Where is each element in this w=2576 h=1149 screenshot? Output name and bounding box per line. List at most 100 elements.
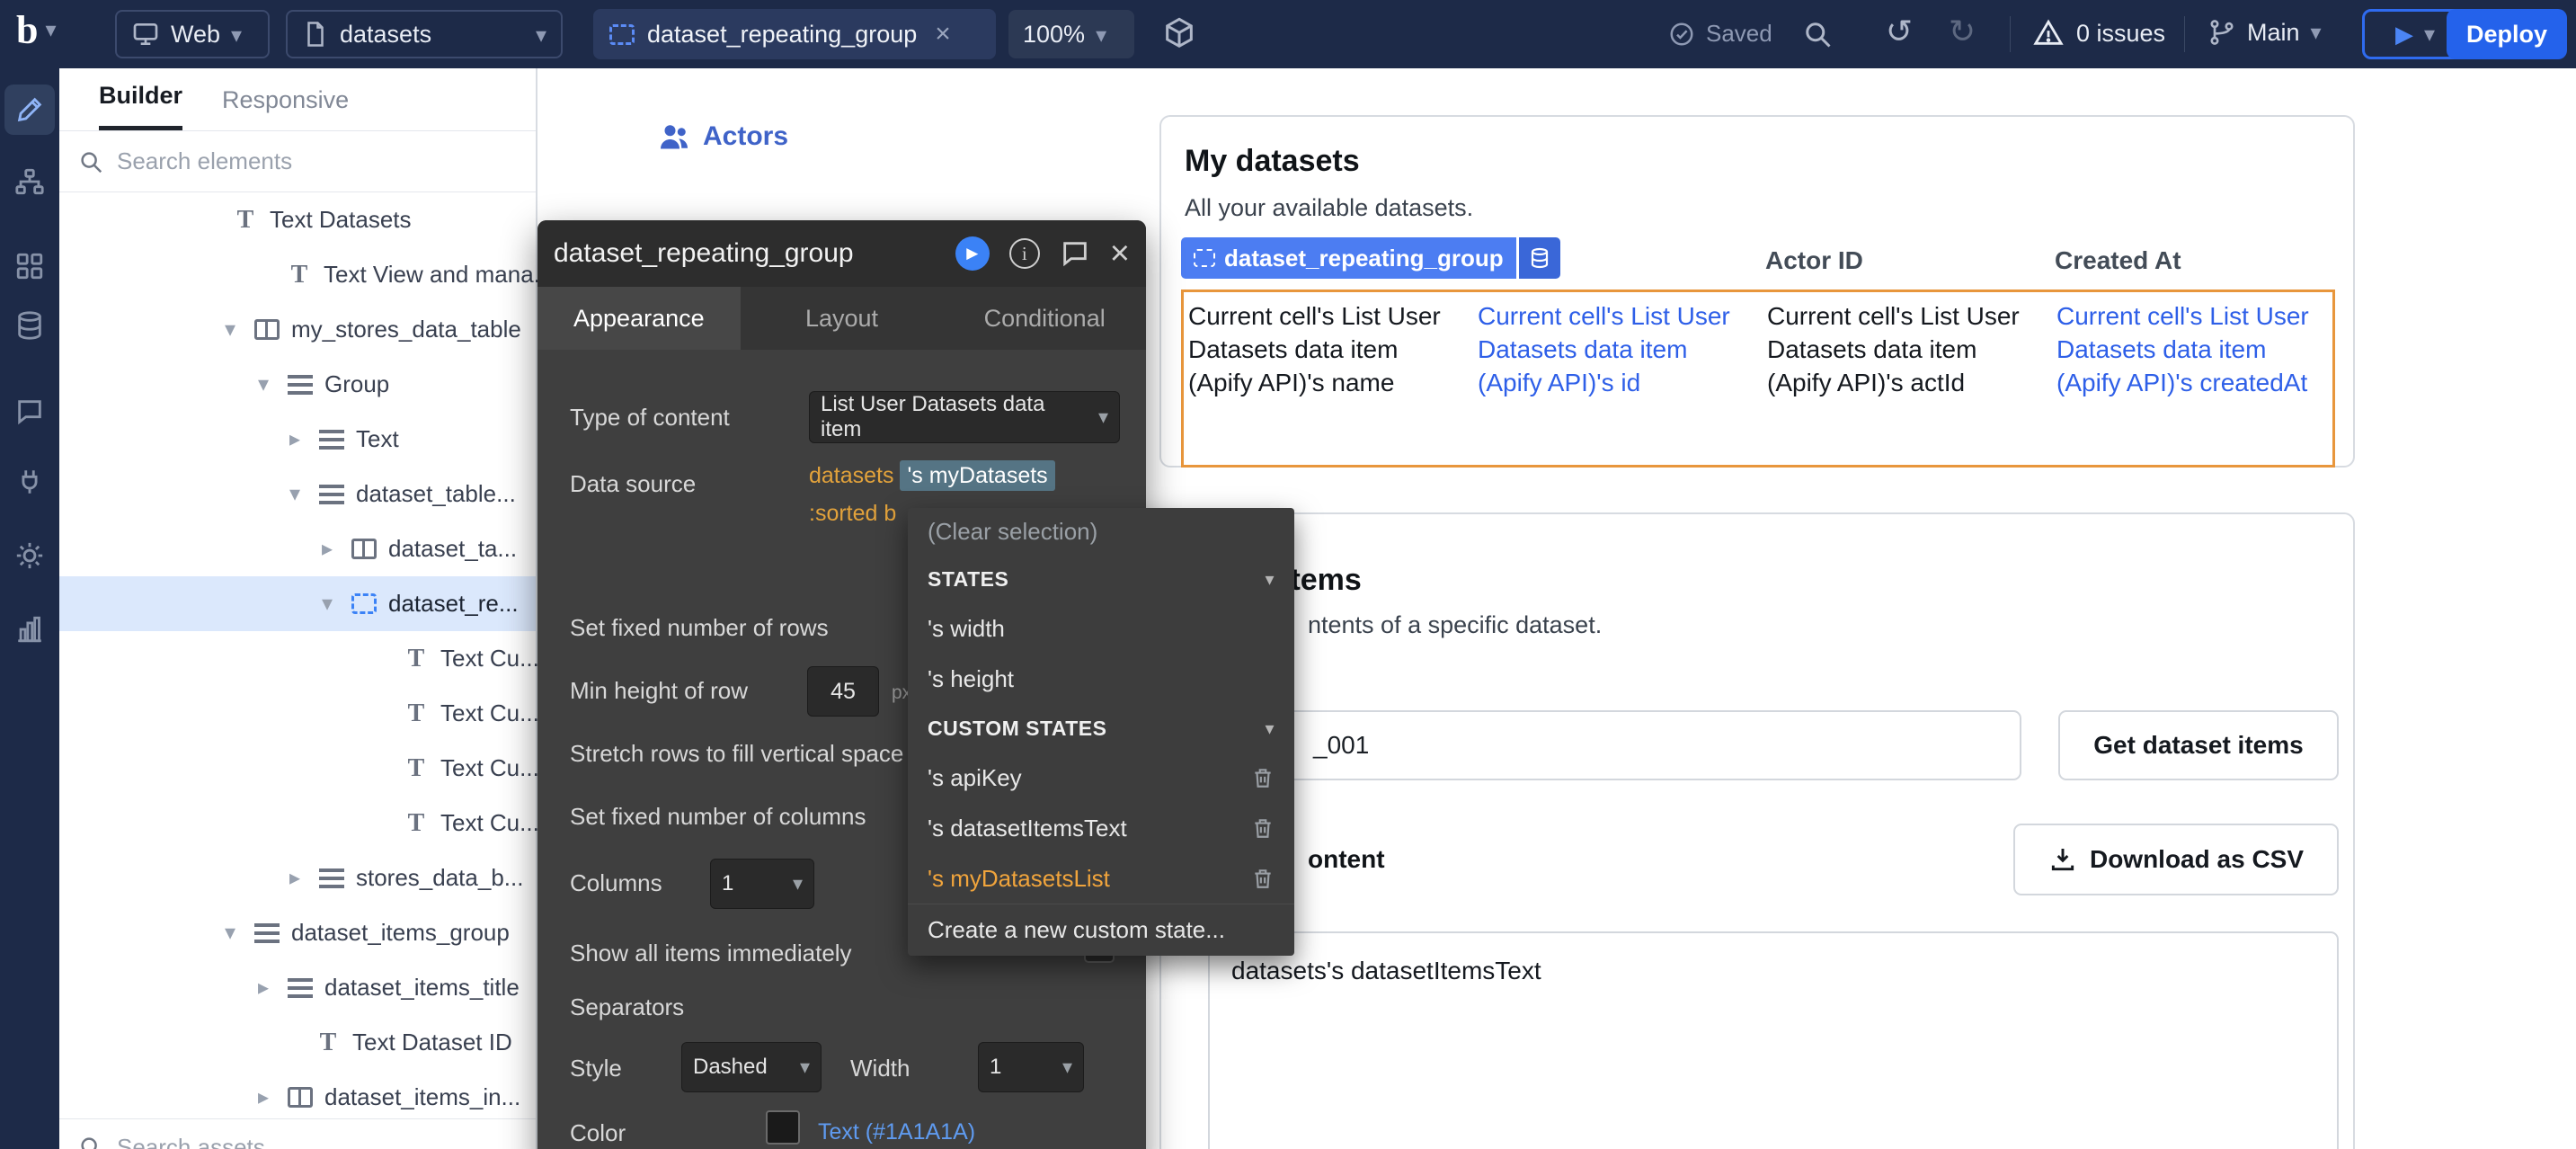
rail-item-settings[interactable] [4, 530, 55, 581]
tree-item[interactable]: ▾dataset_items_group [59, 905, 536, 960]
state-option-height[interactable]: 's height [908, 654, 1294, 704]
rg-cell-createdat[interactable]: Current cell's List User Datasets data i… [2056, 300, 2326, 400]
redo-icon[interactable] [1949, 13, 1976, 50]
rg-cell-id[interactable]: Current cell's List User Datasets data i… [1478, 300, 1747, 400]
close-tab-icon[interactable]: × [935, 19, 951, 49]
data-source-expression[interactable]: datasets 's myDatasets [809, 463, 1055, 489]
comment-icon[interactable] [1060, 238, 1090, 269]
tree-item[interactable]: ▸stores_data_b... [59, 851, 536, 905]
search-icon[interactable] [1801, 18, 1834, 50]
dataset-content-box[interactable]: datasets's datasetItemsText [1208, 931, 2339, 1149]
dataset-id-input[interactable]: _001 [1184, 710, 2021, 780]
tree-item[interactable]: ▸Text [59, 412, 536, 467]
search-assets-bar [59, 1118, 536, 1149]
bubble-logo[interactable]: b [16, 7, 57, 53]
search-assets-input[interactable] [117, 1134, 458, 1149]
caret-right-icon[interactable]: ▸ [289, 426, 316, 452]
branch-select[interactable]: Main [2207, 18, 2322, 47]
rail-item-components[interactable] [4, 241, 55, 291]
rg-cell-name[interactable]: Current cell's List User Datasets data i… [1188, 300, 1458, 400]
property-editor-header[interactable]: dataset_repeating_group ▶ i × [537, 220, 1146, 287]
color-swatch[interactable] [766, 1110, 800, 1145]
actors-heading[interactable]: Actors [658, 120, 788, 153]
separator-color-value[interactable]: Text (#1A1A1A) [818, 1119, 975, 1145]
separator-style-select[interactable]: Dashed [681, 1042, 822, 1092]
rg-cell-actid[interactable]: Current cell's List User Datasets data i… [1767, 300, 2037, 400]
rail-item-design[interactable] [4, 85, 55, 135]
tree-item[interactable]: ▾my_stores_data_table [59, 302, 536, 357]
caret-down-icon[interactable]: ▾ [289, 481, 316, 507]
component-cube-icon[interactable] [1161, 16, 1197, 52]
get-dataset-items-button[interactable]: Get dataset items [2058, 710, 2339, 780]
info-icon[interactable]: i [1009, 238, 1040, 269]
separator-width-select[interactable]: 1 [978, 1042, 1084, 1092]
trash-icon[interactable] [1251, 766, 1275, 789]
caret-right-icon[interactable]: ▸ [258, 975, 285, 1001]
tree-item-selected[interactable]: ▾dataset_re... [59, 576, 536, 631]
rail-item-plugins[interactable] [4, 457, 55, 507]
expression-prefix[interactable]: datasets [809, 463, 894, 488]
create-custom-state-option[interactable]: Create a new custom state... [908, 904, 1294, 956]
caret-right-icon[interactable]: ▸ [322, 536, 349, 562]
custom-states-section-header[interactable]: CUSTOM STATES ▾ [908, 704, 1294, 753]
tree-item[interactable]: Text Cu... [59, 741, 536, 796]
tree-item[interactable]: Text Cu... [59, 796, 536, 851]
custom-state-option-datasetitemstext[interactable]: 's datasetItemsText [908, 803, 1294, 853]
trash-icon[interactable] [1251, 816, 1275, 840]
tree-item[interactable]: ▸dataset_items_title [59, 960, 536, 1015]
tree-item[interactable]: Text Dataset ID [59, 1015, 536, 1070]
zoom-select[interactable]: 100% [1008, 10, 1134, 58]
tree-item[interactable]: Text Datasets [59, 192, 536, 247]
rail-item-charts[interactable] [4, 604, 55, 655]
tree-item[interactable]: ▾Group [59, 357, 536, 412]
tree-item[interactable]: Text View and mana... [59, 247, 536, 302]
caret-right-icon[interactable]: ▸ [258, 1084, 285, 1110]
group-element-icon [319, 485, 344, 504]
data-source-expression-line2[interactable]: :sorted b [809, 501, 896, 527]
selected-element-chip-label: dataset_repeating_group [1224, 245, 1504, 272]
tree-item[interactable]: Text Cu... [59, 686, 536, 741]
tab-appearance[interactable]: Appearance [537, 287, 741, 350]
page-select[interactable]: datasets [286, 10, 563, 58]
tree-item[interactable]: Text Cu... [59, 631, 536, 686]
expression-selected-token[interactable]: 's myDatasets [900, 460, 1054, 491]
undo-icon[interactable] [1886, 13, 1913, 50]
caret-down-icon[interactable]: ▾ [322, 591, 349, 617]
tree-item-label: dataset_table... [356, 480, 516, 508]
open-element-tab[interactable]: dataset_repeating_group × [593, 9, 996, 59]
tree-item[interactable]: ▾ dataset_table... [59, 467, 536, 521]
issues-indicator[interactable]: 0 issues [2033, 18, 2165, 49]
trash-icon[interactable] [1251, 867, 1275, 890]
tab-conditional[interactable]: Conditional [943, 287, 1146, 350]
download-csv-button[interactable]: Download as CSV [2013, 824, 2339, 895]
tab-builder[interactable]: Builder [99, 82, 182, 130]
close-icon[interactable]: × [1110, 236, 1130, 271]
deploy-button[interactable]: Deploy [2447, 9, 2567, 59]
caret-down-icon[interactable]: ▾ [258, 371, 285, 397]
custom-state-option-apikey[interactable]: 's apiKey [908, 753, 1294, 803]
tab-responsive[interactable]: Responsive [222, 86, 349, 130]
tab-layout[interactable]: Layout [741, 287, 944, 350]
caret-down-icon[interactable]: ▾ [225, 316, 252, 343]
type-of-content-select[interactable]: List User Datasets data item [809, 391, 1120, 443]
data-source-icon-button[interactable] [1519, 237, 1560, 279]
rail-item-chat[interactable] [4, 387, 55, 437]
preview-element-button[interactable]: ▶ [955, 236, 990, 271]
columns-select[interactable]: 1 [710, 859, 814, 909]
caret-right-icon[interactable]: ▸ [289, 865, 316, 891]
selected-element-chip[interactable]: dataset_repeating_group [1181, 237, 1560, 279]
rail-item-workflows[interactable] [4, 156, 55, 207]
caret-down-icon[interactable]: ▾ [225, 920, 252, 946]
search-icon [77, 1134, 104, 1149]
states-section-header[interactable]: STATES ▾ [908, 555, 1294, 603]
environment-select[interactable]: Web [115, 10, 270, 58]
min-height-input[interactable]: 45 [807, 666, 879, 717]
state-option-width[interactable]: 's width [908, 603, 1294, 654]
gear-icon [14, 540, 45, 571]
search-elements-input[interactable] [117, 147, 476, 175]
rail-item-data[interactable] [4, 300, 55, 351]
tree-item[interactable]: ▸dataset_items_in... [59, 1070, 536, 1125]
clear-selection-option[interactable]: (Clear selection) [908, 508, 1294, 555]
custom-state-option-mydatasetslist[interactable]: 's myDatasetsList [908, 853, 1294, 904]
tree-item[interactable]: ▸dataset_ta... [59, 521, 536, 576]
